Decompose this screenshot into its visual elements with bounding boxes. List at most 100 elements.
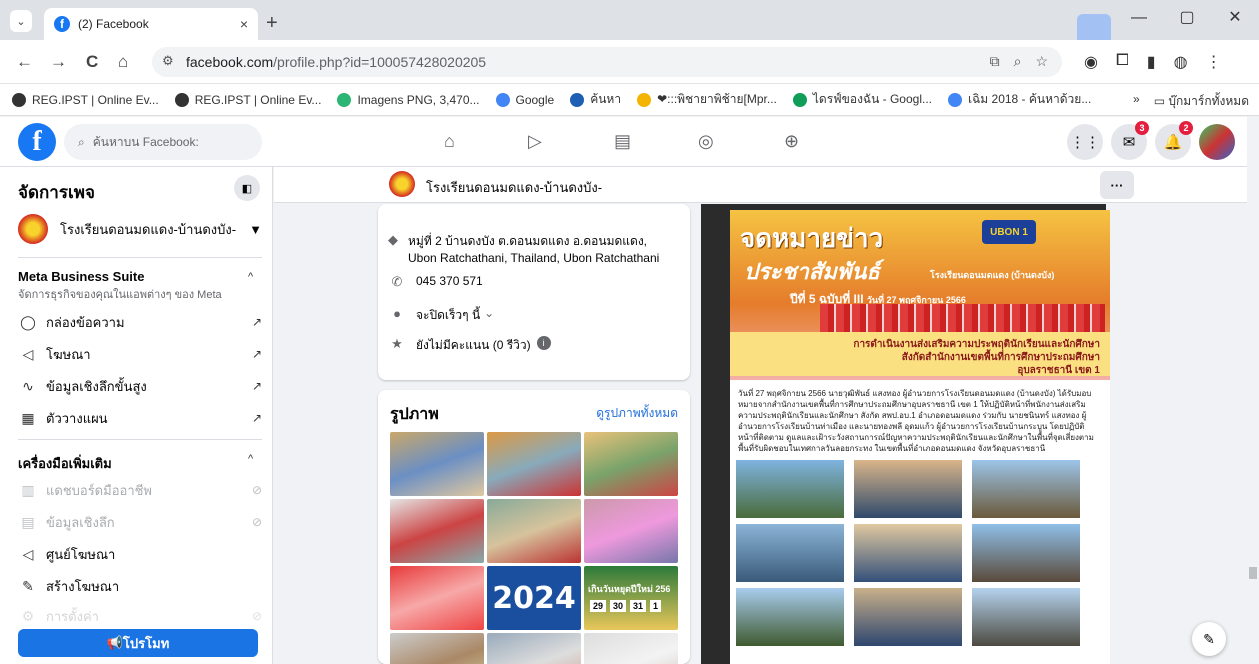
install-app-icon[interactable]: ⧉: [990, 53, 1000, 70]
photo-thumbnail[interactable]: [390, 633, 484, 664]
bookmarks-overflow-button[interactable]: »: [1133, 92, 1140, 111]
zoom-icon[interactable]: ⌕: [1014, 53, 1022, 70]
sidebar-item-dashboard[interactable]: ▥ แดชบอร์ดมืออาชีพ ⊘: [18, 479, 262, 501]
browser-menu-icon[interactable]: ⋮: [1206, 52, 1222, 72]
page-logo[interactable]: [389, 171, 415, 197]
groups-nav-icon[interactable]: ◎: [698, 131, 714, 152]
newsletter-poster[interactable]: จดหมายข่าว ประชาสัมพันธ์ UBON 1 โรงเรียน…: [730, 210, 1110, 664]
bookmark-star-icon[interactable]: ☆: [1035, 53, 1048, 70]
back-button[interactable]: ←: [16, 52, 33, 72]
poster-photo: [736, 524, 844, 582]
close-window-button[interactable]: ✕: [1211, 0, 1259, 40]
photo-thumbnail-holiday[interactable]: เกินวันหยุดปีใหม่ 256 29 30 31 1: [584, 566, 678, 630]
promote-button[interactable]: 📢 โปรโมท: [18, 629, 258, 657]
bookmark-item[interactable]: REG.IPST | Online Ev...: [174, 92, 321, 107]
photo-thumbnail[interactable]: [584, 432, 678, 496]
chevron-up-icon[interactable]: ^: [248, 453, 253, 465]
photo-thumbnail[interactable]: [584, 633, 678, 664]
photo-thumbnail[interactable]: [487, 432, 581, 496]
page-header-name[interactable]: โรงเรียนดอนมดแดง-บ้านดงบัง-: [426, 177, 602, 198]
sidebar-item-inbox[interactable]: ◯ กล่องข้อความ ↗: [18, 311, 262, 333]
side-panel-icon[interactable]: ▮: [1147, 52, 1156, 72]
new-tab-button[interactable]: +: [266, 12, 278, 35]
page-name: โรงเรียนดอนมดแดง-บ้านดงบัง-: [60, 221, 237, 237]
page-logo: [18, 214, 48, 244]
bookmark-item[interactable]: Google: [495, 92, 554, 107]
photo-thumbnail[interactable]: [390, 566, 484, 630]
address-text: หมู่ที่ 2 บ้านดงบัง ต.ดอนมดแดง อ.ดอนมดแด…: [408, 234, 660, 265]
sidebar-item-planner[interactable]: ▦ ตัววางแผน ↗: [18, 407, 262, 429]
scrollbar-thumb[interactable]: [1249, 567, 1257, 579]
tab-close-icon[interactable]: ×: [240, 16, 248, 32]
minimize-button[interactable]: —: [1115, 0, 1163, 40]
info-icon[interactable]: i: [536, 336, 551, 350]
video-nav-icon[interactable]: ▷: [528, 131, 542, 152]
home-button[interactable]: ⌂: [118, 52, 128, 72]
sidebar-item-insight[interactable]: ▤ ข้อมูลเชิงลึก ⊘: [18, 511, 262, 533]
photo-thumbnail[interactable]: [390, 499, 484, 563]
url-bar[interactable]: ⚙ facebook.com/profile.php?id=1000574280…: [152, 47, 1062, 77]
marketplace-nav-icon[interactable]: ▤: [614, 131, 631, 152]
extensions-puzzle-icon[interactable]: ⧠: [1116, 52, 1129, 72]
bookmark-item[interactable]: Imagens PNG, 3,470...: [337, 92, 480, 107]
home-nav-icon[interactable]: ⌂: [444, 131, 455, 152]
page-switcher[interactable]: โรงเรียนดอนมดแดง-บ้านดงบัง- ▼: [18, 207, 262, 251]
all-bookmarks-button[interactable]: ▭ บุ๊กมาร์กทั้งหมด: [1154, 92, 1249, 111]
bookmark-item[interactable]: ค้นหา: [570, 90, 621, 109]
sidebar-item-ad-center[interactable]: ◁ ศูนย์โฆษณา: [18, 543, 262, 565]
ubon-logo: UBON 1: [982, 220, 1036, 244]
tools-title[interactable]: เครื่องมือเพิ่มเติม: [18, 453, 112, 474]
divider: [18, 257, 262, 258]
search-icon: ⌕: [78, 134, 85, 149]
see-all-photos-link[interactable]: ดูรูปภาพทั้งหมด: [596, 404, 678, 423]
reload-button[interactable]: C: [86, 52, 98, 72]
bookmark-item[interactable]: เฉิม 2018 - ค้นหาด้วย...: [948, 90, 1091, 109]
tab-search-button[interactable]: ⌄: [10, 10, 32, 32]
collapse-sidebar-icon[interactable]: ◧: [234, 175, 260, 201]
tab-title: (2) Facebook: [78, 17, 149, 31]
photo-thumbnail[interactable]: [487, 633, 581, 664]
messenger-icon[interactable]: ✉ 3: [1111, 121, 1149, 160]
more-options-button[interactable]: ···: [1100, 171, 1134, 199]
photo-thumbnail[interactable]: [390, 432, 484, 496]
disabled-icon: ⊘: [251, 609, 262, 623]
holiday-text: เกินวันหยุดปีใหม่ 256: [588, 584, 671, 594]
profile-avatar-icon[interactable]: ◍: [1174, 52, 1188, 72]
bookmark-item[interactable]: ❤:::พิชายาพิช้าย[Mpr...: [637, 90, 777, 109]
address-toolbar: ← → C ⌂ ⚙ facebook.com/profile.php?id=10…: [0, 40, 1259, 84]
facebook-logo[interactable]: f: [18, 123, 56, 161]
chevron-up-icon[interactable]: ^: [248, 271, 253, 283]
sidebar-item-insights[interactable]: ∿ ข้อมูลเชิงลึกขั้นสูง ↗: [18, 375, 262, 397]
browser-tab[interactable]: f (2) Facebook ×: [44, 8, 258, 40]
account-avatar[interactable]: [1199, 124, 1235, 160]
sidebar-item-create-ad[interactable]: ✎ สร้างโฆษณา: [18, 575, 262, 597]
sidebar-item-settings[interactable]: ⚙ การตั้งค่า ⊘: [18, 605, 262, 627]
page-scrollbar[interactable]: [1247, 117, 1259, 664]
location-icon: ◆: [388, 232, 398, 247]
photo-thumbnail[interactable]: [487, 499, 581, 563]
restore-button[interactable]: ▢: [1163, 0, 1211, 40]
extension-icon[interactable]: ◉: [1084, 52, 1098, 72]
gaming-nav-icon[interactable]: ⊕: [784, 131, 799, 152]
bookmark-item[interactable]: ไดรฟ์ของฉัน - Googl...: [792, 90, 932, 109]
menu-grid-icon[interactable]: ⋮⋮: [1067, 124, 1103, 160]
mbs-title[interactable]: Meta Business Suite: [18, 269, 144, 284]
facebook-header: f ⌕ ค้นหาบน Facebook: ⌂ ▷ ▤ ◎ ⊕ ⋮⋮ ✉ 3 🔔 2: [0, 117, 1259, 167]
hours-row[interactable]: ● จะปิดเร็วๆ นี้ ⌄: [388, 306, 494, 325]
poster-photo: [854, 460, 962, 518]
site-info-icon[interactable]: ⚙: [162, 53, 174, 69]
notifications-bell-icon[interactable]: 🔔 2: [1155, 121, 1193, 160]
sidebar-title: จัดการเพจ: [18, 183, 95, 202]
url-host: facebook.com: [186, 54, 274, 70]
ads-icon: ◁: [22, 345, 34, 362]
megaphone-icon: 📢: [106, 635, 123, 650]
sidebar-item-ads[interactable]: ◁ โฆษณา ↗: [18, 343, 262, 365]
bookmark-item[interactable]: REG.IPST | Online Ev...: [12, 92, 159, 107]
facebook-search-input[interactable]: ⌕ ค้นหาบน Facebook:: [64, 124, 262, 160]
forward-button[interactable]: →: [50, 52, 67, 72]
divider: [18, 439, 262, 440]
photo-thumbnail-2024[interactable]: 2024: [487, 566, 581, 630]
page-header-bar: โรงเรียนดอนมดแดง-บ้านดงบัง- ···: [274, 167, 1247, 203]
photo-thumbnail[interactable]: [584, 499, 678, 563]
new-message-compose-icon[interactable]: ✎: [1192, 622, 1226, 656]
